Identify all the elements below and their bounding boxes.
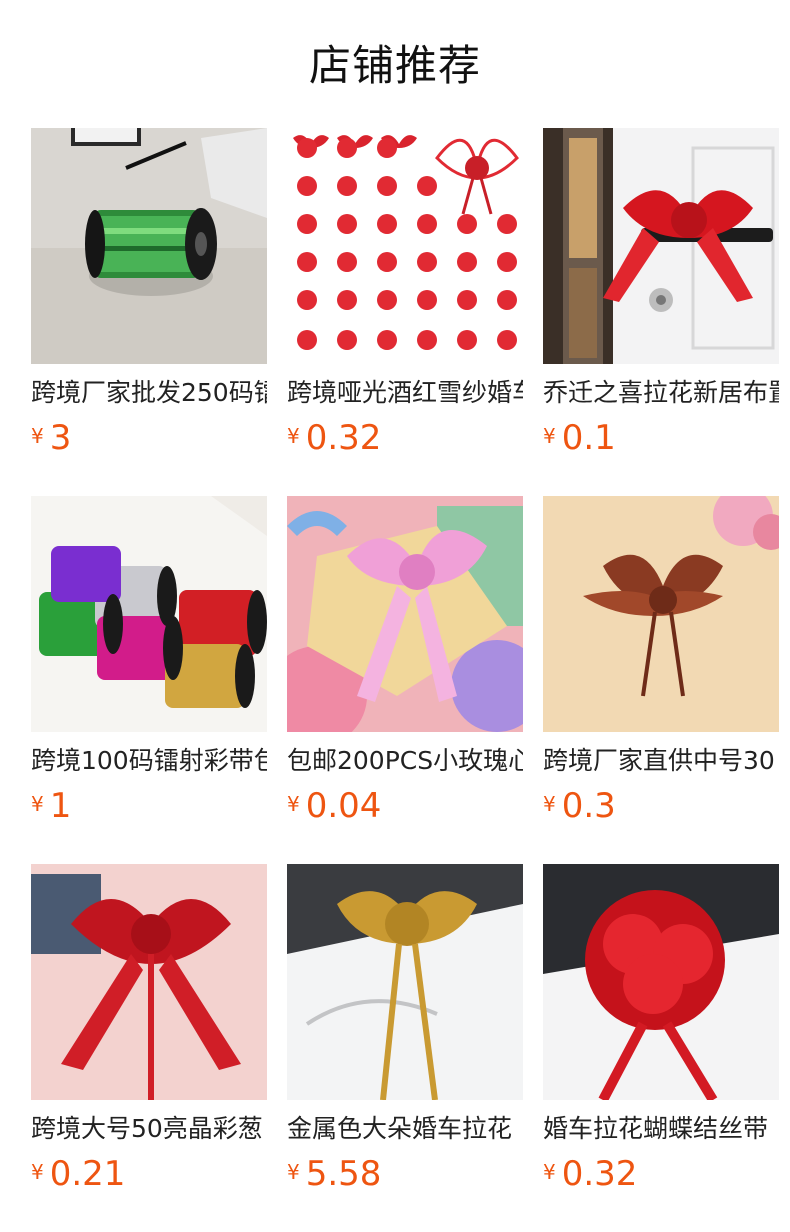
price-value: 1 (49, 786, 72, 826)
currency-symbol: ¥ (287, 1160, 300, 1184)
currency-symbol: ¥ (31, 1160, 44, 1184)
section-title: 店铺推荐 (308, 41, 481, 90)
currency-symbol: ¥ (543, 424, 556, 448)
product-image[interactable] (543, 128, 779, 364)
red-bow-door-image (543, 128, 779, 364)
gold-bow-car-image (287, 864, 523, 1100)
multicolor-ribbon-spools-image (31, 496, 267, 732)
price-value: 0.32 (305, 418, 382, 458)
product-image[interactable] (31, 864, 267, 1100)
product-name[interactable]: 婚车拉花蝴蝶结丝带 (543, 1111, 779, 1147)
green-ribbon-spool-image (31, 128, 267, 364)
product-price: ¥0.32 (543, 1152, 637, 1196)
product-card[interactable]: 跨境哑光酒红雪纱婚车拉花 ¥0.32 (287, 128, 523, 468)
currency-symbol: ¥ (287, 792, 300, 816)
product-name[interactable]: 跨境哑光酒红雪纱婚车拉花 (287, 375, 523, 411)
product-name[interactable]: 跨境厂家直供中号30 (543, 743, 779, 779)
product-card[interactable]: 跨境厂家批发250码镭射彩带 ¥3 (31, 128, 267, 468)
brown-bow-image (543, 496, 779, 732)
red-glitter-bow-image (31, 864, 267, 1100)
price-value: 0.04 (305, 786, 382, 826)
product-card[interactable]: 金属色大朵婚车拉花 ¥5.58 (287, 864, 523, 1204)
product-name[interactable]: 跨境厂家批发250码镭射彩带 (31, 375, 267, 411)
product-card[interactable]: 乔迁之喜拉花新居布置 ¥0.1 (543, 128, 779, 468)
product-image[interactable] (31, 496, 267, 732)
product-price: ¥0.1 (543, 416, 616, 460)
product-card[interactable]: 包邮200PCS小玫瑰心 ¥0.04 (287, 496, 523, 836)
product-image[interactable] (543, 864, 779, 1100)
red-bows-grid-image (287, 128, 523, 364)
price-value: 0.3 (561, 786, 616, 826)
product-name[interactable]: 跨境大号50亮晶彩葱 (31, 1111, 267, 1147)
product-name[interactable]: 乔迁之喜拉花新居布置 (543, 375, 779, 411)
product-price: ¥3 (31, 416, 71, 460)
product-card[interactable]: 跨境大号50亮晶彩葱 ¥0.21 (31, 864, 267, 1204)
currency-symbol: ¥ (287, 424, 300, 448)
price-value: 0.21 (49, 1154, 126, 1194)
currency-symbol: ¥ (31, 424, 44, 448)
currency-symbol: ¥ (31, 792, 44, 816)
product-name[interactable]: 包邮200PCS小玫瑰心 (287, 743, 523, 779)
product-image[interactable] (543, 496, 779, 732)
product-price: ¥0.3 (543, 784, 616, 828)
pink-bow-gift-image (287, 496, 523, 732)
price-value: 0.1 (561, 418, 616, 458)
product-price: ¥1 (31, 784, 71, 828)
price-value: 0.32 (561, 1154, 638, 1194)
product-image[interactable] (287, 496, 523, 732)
product-price: ¥0.04 (287, 784, 381, 828)
product-image[interactable] (287, 864, 523, 1100)
price-value: 3 (49, 418, 72, 458)
price-value: 5.58 (305, 1154, 382, 1194)
product-image[interactable] (31, 128, 267, 364)
red-flower-car-image (543, 864, 779, 1100)
product-card[interactable]: 跨境厂家直供中号30 ¥0.3 (543, 496, 779, 836)
currency-symbol: ¥ (543, 1160, 556, 1184)
product-image[interactable] (287, 128, 523, 364)
product-price: ¥0.21 (31, 1152, 125, 1196)
product-name[interactable]: 金属色大朵婚车拉花 (287, 1111, 523, 1147)
currency-symbol: ¥ (543, 792, 556, 816)
product-card[interactable]: 婚车拉花蝴蝶结丝带 ¥0.32 (543, 864, 779, 1204)
product-name[interactable]: 跨境100码镭射彩带包装 (31, 743, 267, 779)
product-price: ¥0.32 (287, 416, 381, 460)
shop-recommendation-page: 店铺推荐 跨境厂家批发250码镭 ¥ 3 跨境哑光酒红雪纱婚 ¥ 0.32 乔迁… (0, 0, 790, 1232)
product-price: ¥5.58 (287, 1152, 381, 1196)
product-card[interactable]: 跨境100码镭射彩带包装 ¥1 (31, 496, 267, 836)
